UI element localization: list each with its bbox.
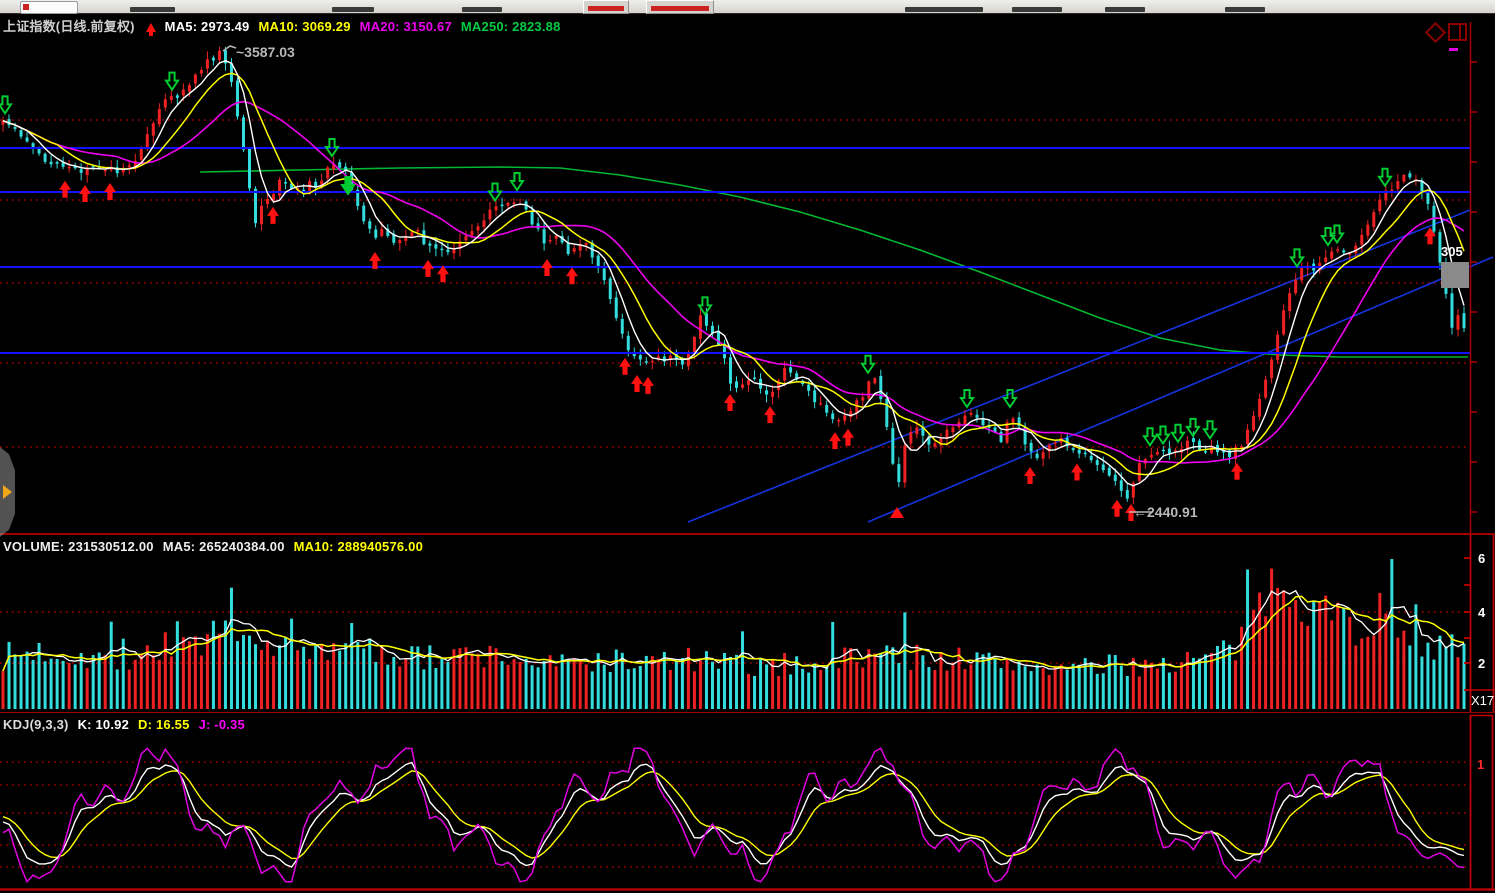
kdj-params: KDJ(9,3,3) — [3, 717, 69, 732]
clipped-menu-item[interactable] — [1012, 7, 1062, 12]
clipped-menu-item[interactable] — [1225, 7, 1265, 12]
clipped-menu-item[interactable] — [1105, 7, 1145, 12]
current-price-marker — [1441, 262, 1469, 288]
main-chart-header: 上证指数(日线.前复权) MA5: 2973.49 MA10: 3069.29 MA2… — [3, 16, 570, 35]
menu-bar — [0, 0, 1495, 14]
main-chart-pane: 上证指数(日线.前复权) MA5: 2973.49 MA10: 3069.29 MA2… — [0, 14, 1495, 533]
svg-text:1: 1 — [1477, 757, 1484, 772]
volume-value: VOLUME: 231530512.00 — [3, 539, 154, 554]
kdj-d-value: D: 16.55 — [138, 717, 189, 732]
clipped-menu-button-red[interactable] — [646, 0, 714, 14]
svg-text:6: 6 — [1478, 551, 1485, 566]
svg-text:X17: X17 — [1471, 693, 1494, 708]
main-chart-canvas[interactable] — [0, 14, 1495, 533]
clipped-menu-item[interactable] — [462, 7, 502, 12]
app-icon[interactable] — [20, 1, 78, 14]
volume-ma10: MA10: 288940576.00 — [294, 539, 423, 554]
volume-header: VOLUME: 231530512.00 MA5: 265240384.00 MA1… — [3, 539, 432, 554]
svg-text:2: 2 — [1478, 656, 1485, 671]
volume-canvas[interactable]: 6 4 2 X17 — [0, 535, 1495, 712]
clipped-menu-button-red[interactable] — [583, 0, 629, 14]
svg-text:4: 4 — [1478, 605, 1486, 620]
kdj-canvas[interactable]: 1 — [0, 713, 1495, 893]
clipped-menu-item[interactable] — [130, 7, 175, 12]
kdj-k-value: K: 10.92 — [78, 717, 129, 732]
ma20-value: MA20: 3150.67 — [360, 19, 452, 34]
window-split-icon[interactable] — [1448, 23, 1467, 41]
low-price-label: ←2440.91 — [1133, 504, 1198, 520]
ma10-value: MA10: 3069.29 — [258, 19, 350, 34]
kdj-header: KDJ(9,3,3) K: 10.92 D: 16.55 J: -0.35 — [3, 717, 254, 732]
clipped-menu-item[interactable] — [905, 7, 983, 12]
magenta-dash-icon — [1449, 48, 1458, 51]
symbol-title: 上证指数(日线.前复权) — [3, 19, 135, 34]
ma5-value: MA5: 2973.49 — [165, 19, 250, 34]
kdj-j-value: J: -0.35 — [199, 717, 245, 732]
kdj-pane: 1 KDJ(9,3,3) K: 10.92 D: 16.55 J: -0.35 — [0, 713, 1495, 893]
axis-price-label: 305 — [1441, 244, 1463, 259]
volume-ma5: MA5: 265240384.00 — [163, 539, 285, 554]
up-signal-icon — [146, 23, 156, 32]
volume-pane: 6 4 2 X17 VOLUME: 231530512.00 MA5: 26524038… — [0, 535, 1495, 712]
ma250-value: MA250: 2823.88 — [461, 19, 561, 34]
peak-price-label: ~3587.03 — [236, 44, 295, 60]
clipped-menu-item[interactable] — [332, 7, 374, 12]
app-window: 上证指数(日线.前复权) MA5: 2973.49 MA10: 3069.29 MA2… — [0, 0, 1495, 893]
